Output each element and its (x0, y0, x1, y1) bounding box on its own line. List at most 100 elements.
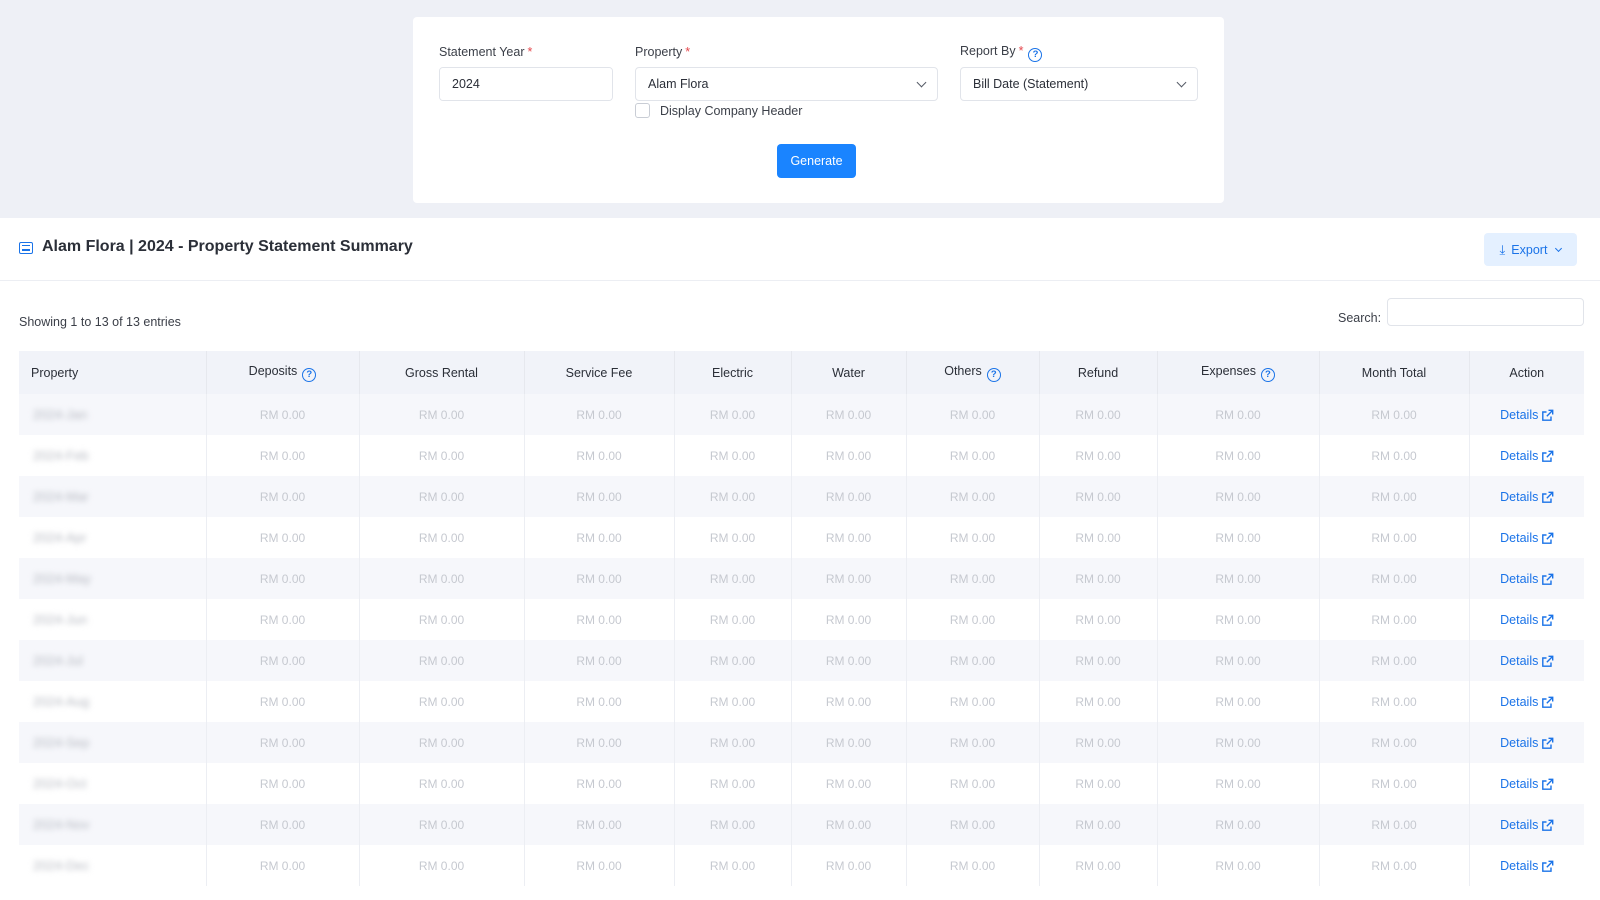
column-header-expenses[interactable]: Expenses? (1157, 351, 1320, 394)
amount-cell: RM 0.00 (1039, 476, 1158, 517)
details-link[interactable]: Details (1500, 531, 1554, 545)
property-name: 2024-Apr (33, 530, 87, 545)
amount-cell: RM 0.00 (524, 517, 675, 558)
help-icon[interactable]: ? (302, 367, 317, 382)
report-by-select[interactable]: Bill Date (Statement) (960, 67, 1198, 101)
column-header-gross-rental[interactable]: Gross Rental (359, 351, 525, 394)
amount-cell: RM 0.00 (1157, 804, 1320, 845)
table-row: 2024-May RM 0.00 RM 0.00 RM 0.00 RM 0.00 RM 0… (19, 558, 1584, 599)
details-link[interactable]: Details (1500, 449, 1554, 463)
amount-cell: RM 0.00 (674, 394, 792, 435)
details-link[interactable]: Details (1500, 572, 1554, 586)
amount-cell: RM 0.00 (906, 558, 1040, 599)
column-header-refund[interactable]: Refund (1039, 351, 1158, 394)
amount-cell: RM 0.00 (206, 804, 360, 845)
amount-cell: RM 0.00 (524, 558, 675, 599)
amount-cell: RM 0.00 (359, 804, 525, 845)
external-link-icon (1541, 450, 1554, 462)
export-label: Export (1511, 242, 1548, 257)
details-label: Details (1500, 489, 1539, 504)
details-link[interactable]: Details (1500, 858, 1554, 873)
external-link-icon (1541, 696, 1554, 708)
statement-year-label-text: Statement Year (439, 45, 525, 59)
amount-cell: RM 0.00 (1039, 599, 1158, 640)
external-link-icon (1541, 737, 1554, 749)
column-header-label: Month Total (1361, 365, 1427, 380)
details-label: Details (1500, 858, 1539, 873)
help-icon[interactable]: ? (986, 367, 1001, 382)
amount-cell: RM 0.00 (359, 394, 525, 435)
column-header-action[interactable]: Action (1469, 351, 1584, 394)
property-name: 2024-Nov (33, 817, 90, 832)
generate-button[interactable]: Generate (777, 144, 856, 178)
column-header-electric[interactable]: Electric (674, 351, 792, 394)
search-input[interactable] (1387, 298, 1584, 326)
action-cell: Details (1469, 640, 1584, 681)
amount-cell: RM 0.00 (1039, 681, 1158, 722)
details-link[interactable]: Details (1500, 613, 1554, 627)
download-icon: ⤓ (1499, 241, 1506, 257)
property-name: 2024-Sep (33, 735, 90, 750)
details-link[interactable]: Details (1500, 654, 1554, 668)
details-link[interactable]: Details (1500, 489, 1554, 504)
amount-cell: RM 0.00 (206, 845, 360, 886)
amount-cell: RM 0.00 (674, 640, 792, 681)
amount-cell: RM 0.00 (1039, 804, 1158, 845)
column-header-label: Electric (712, 365, 753, 380)
amount-cell: RM 0.00 (359, 476, 525, 517)
details-link[interactable]: Details (1500, 736, 1554, 750)
action-cell: Details (1469, 558, 1584, 599)
export-button[interactable]: ⤓ Export (1484, 233, 1577, 266)
external-link-icon (1541, 860, 1554, 872)
details-link[interactable]: Details (1500, 818, 1554, 832)
property-name: 2024-Feb (33, 448, 89, 463)
search-label: Search: (1338, 311, 1382, 325)
details-label: Details (1500, 407, 1539, 422)
column-header-property[interactable]: Property (19, 351, 207, 394)
statement-year-field[interactable] (439, 67, 613, 101)
amount-cell: RM 0.00 (359, 763, 525, 804)
amount-cell: RM 0.00 (1319, 845, 1470, 886)
details-link[interactable]: Details (1500, 695, 1554, 709)
amount-cell: RM 0.00 (1319, 517, 1470, 558)
amount-cell: RM 0.00 (206, 394, 360, 435)
amount-cell: RM 0.00 (524, 394, 675, 435)
amount-cell: RM 0.00 (1039, 722, 1158, 763)
amount-cell: RM 0.00 (791, 722, 907, 763)
display-company-header-checkbox[interactable] (635, 103, 650, 118)
display-company-header-option[interactable]: Display Company Header (635, 103, 802, 118)
column-header-others[interactable]: Others? (906, 351, 1040, 394)
report-by-label-text: Report By (960, 44, 1016, 58)
amount-cell: RM 0.00 (524, 845, 675, 886)
property-label: Property * (635, 45, 690, 59)
table-row: 2024-Nov RM 0.00 RM 0.00 RM 0.00 RM 0.00 RM 0… (19, 804, 1584, 845)
amount-cell: RM 0.00 (206, 599, 360, 640)
statement-year-input[interactable] (440, 68, 612, 100)
amount-cell: RM 0.00 (791, 845, 907, 886)
external-link-icon (1541, 573, 1554, 585)
column-header-month-total[interactable]: Month Total (1319, 351, 1470, 394)
property-cell: 2024-Dec (19, 845, 207, 886)
property-cell: 2024-Jan (19, 394, 207, 435)
amount-cell: RM 0.00 (906, 763, 1040, 804)
help-icon[interactable]: ? (1028, 48, 1043, 62)
amount-cell: RM 0.00 (206, 722, 360, 763)
amount-cell: RM 0.00 (906, 804, 1040, 845)
help-icon[interactable]: ? (1260, 367, 1275, 382)
column-header-deposits[interactable]: Deposits? (206, 351, 360, 394)
property-select[interactable]: Alam Flora (635, 67, 938, 101)
details-link[interactable]: Details (1500, 777, 1554, 791)
external-link-icon (1541, 409, 1554, 421)
column-header-service-fee[interactable]: Service Fee (524, 351, 675, 394)
amount-cell: RM 0.00 (1157, 681, 1320, 722)
amount-cell: RM 0.00 (674, 435, 792, 476)
amount-cell: RM 0.00 (906, 435, 1040, 476)
amount-cell: RM 0.00 (1157, 599, 1320, 640)
property-label-text: Property (635, 45, 683, 59)
amount-cell: RM 0.00 (524, 722, 675, 763)
column-header-water[interactable]: Water (791, 351, 907, 394)
amount-cell: RM 0.00 (1039, 763, 1158, 804)
details-link[interactable]: Details (1500, 407, 1554, 422)
amount-cell: RM 0.00 (206, 517, 360, 558)
amount-cell: RM 0.00 (1157, 763, 1320, 804)
